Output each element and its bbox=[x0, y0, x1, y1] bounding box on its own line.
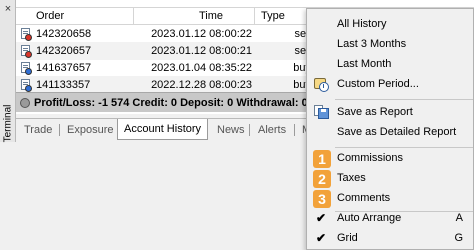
menu-item-save-report[interactable]: Save as Report bbox=[307, 103, 474, 123]
menu-item-grid[interactable]: ✔ Grid G bbox=[307, 229, 474, 249]
column-divider[interactable] bbox=[133, 8, 134, 25]
tab-alerts[interactable]: Alerts bbox=[252, 122, 292, 139]
type-cell: buy bbox=[293, 62, 311, 74]
order-sell-icon bbox=[20, 45, 32, 58]
context-menu: All History Last 3 Months Last Month Cus… bbox=[306, 8, 474, 250]
tab-news[interactable]: News bbox=[211, 122, 251, 139]
step-3-badge: 3 bbox=[313, 190, 331, 208]
menu-item-label: Last Month bbox=[337, 58, 392, 70]
menu-item-taxes[interactable]: 2 Taxes bbox=[307, 169, 474, 189]
order-cell: 142320657 bbox=[36, 45, 92, 57]
column-divider[interactable] bbox=[254, 8, 255, 25]
time-cell: 2023.01.12 08:00:21 bbox=[151, 45, 252, 57]
calendar-clock-icon bbox=[314, 78, 329, 92]
menu-item-all-history[interactable]: All History bbox=[307, 15, 474, 35]
order-cell: 142320658 bbox=[36, 28, 92, 40]
column-header-type[interactable]: Type bbox=[261, 10, 285, 22]
menu-item-custom-period[interactable]: Custom Period... bbox=[307, 75, 474, 95]
time-cell: 2023.01.12 08:00:22 bbox=[151, 28, 252, 40]
tab-exposure[interactable]: Exposure bbox=[61, 122, 119, 139]
menu-item-label: Commissions bbox=[337, 152, 404, 164]
menu-item-shortcut: G bbox=[454, 232, 463, 244]
order-cell: 141133357 bbox=[36, 79, 91, 91]
menu-item-last-month[interactable]: Last Month bbox=[307, 55, 474, 75]
step-1-badge: 1 bbox=[313, 150, 331, 168]
menu-item-label: Save as Detailed Report bbox=[337, 126, 457, 138]
menu-item-last-3-months[interactable]: Last 3 Months bbox=[307, 35, 474, 55]
summary-icon bbox=[20, 98, 30, 108]
column-header-order[interactable]: Order bbox=[36, 10, 64, 22]
menu-item-label: Comments bbox=[337, 192, 391, 204]
order-sell-icon bbox=[20, 28, 32, 41]
time-cell: 2023.01.04 08:35:22 bbox=[151, 62, 252, 74]
menu-item-label: Custom Period... bbox=[337, 78, 419, 90]
type-cell: buy bbox=[293, 79, 311, 91]
menu-item-save-detailed-report[interactable]: Save as Detailed Report bbox=[307, 123, 474, 143]
tab-divider bbox=[249, 124, 250, 136]
menu-item-label: Auto Arrange bbox=[337, 212, 402, 224]
tab-trade[interactable]: Trade bbox=[18, 122, 58, 139]
save-report-icon bbox=[314, 105, 329, 120]
tab-divider bbox=[59, 124, 60, 136]
menu-item-label: Grid bbox=[337, 232, 358, 244]
type-cell: sell bbox=[294, 28, 311, 40]
close-icon[interactable]: × bbox=[2, 3, 14, 15]
time-cell: 2022.12.28 08:00:23 bbox=[151, 79, 252, 91]
column-header-time[interactable]: Time bbox=[199, 10, 223, 22]
menu-item-label: Last 3 Months bbox=[337, 38, 407, 50]
check-icon: ✔ bbox=[316, 211, 327, 225]
menu-item-commissions[interactable]: 1 Commissions bbox=[307, 149, 474, 169]
step-2-badge: 2 bbox=[313, 170, 331, 188]
check-icon: ✔ bbox=[316, 231, 327, 245]
order-buy-icon bbox=[20, 62, 32, 75]
terminal-label: Terminal bbox=[2, 104, 14, 143]
type-cell: sell bbox=[294, 45, 311, 57]
tab-divider bbox=[294, 124, 295, 136]
menu-separator bbox=[335, 147, 473, 148]
menu-item-label: Taxes bbox=[337, 172, 366, 184]
menu-separator bbox=[335, 99, 473, 100]
menu-item-comments[interactable]: 3 Comments bbox=[307, 189, 474, 209]
order-cell: 141637657 bbox=[36, 62, 92, 74]
menu-item-auto-arrange[interactable]: ✔ Auto Arrange A bbox=[307, 209, 474, 229]
terminal-side-strip: × Terminal bbox=[0, 0, 16, 142]
order-buy-icon bbox=[20, 79, 32, 92]
tab-account-history[interactable]: Account History bbox=[117, 119, 209, 140]
menu-item-label: Save as Report bbox=[337, 106, 413, 118]
menu-item-shortcut: A bbox=[455, 212, 463, 224]
summary-text: Profit/Loss: -1 574 Credit: 0 Deposit: 0… bbox=[34, 97, 308, 109]
menu-item-label: All History bbox=[337, 18, 387, 30]
